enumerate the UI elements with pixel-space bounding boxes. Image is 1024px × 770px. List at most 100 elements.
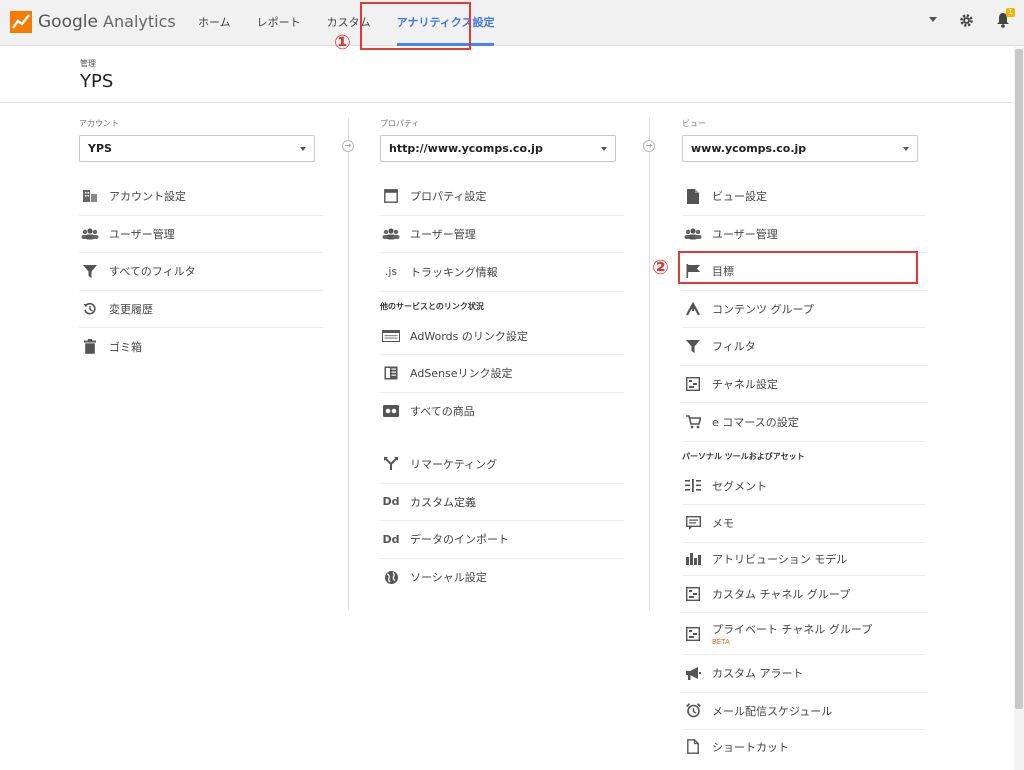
account-menu: アカウント設定 ユーザー管理 すべてのフィルタ 変更履歴 ゴミ箱 xyxy=(79,178,323,366)
analytics-logo-icon xyxy=(10,11,32,33)
menu-label: ユーザー管理 xyxy=(109,227,175,241)
property-column: プロパティ http://www.ycomps.co.jp プロパティ設定 ユー… xyxy=(380,104,624,596)
menu-private-channel-grouping[interactable]: プライベート チャネル グループ BETA xyxy=(682,613,926,655)
channel-icon xyxy=(684,585,702,603)
account-column: アカウント YPS アカウント設定 ユーザー管理 すべてのフィルタ 変更履歴 ゴ… xyxy=(79,104,323,366)
chevron-down-icon xyxy=(601,147,607,151)
account-dropdown-icon[interactable] xyxy=(929,17,937,23)
menu-all-filters[interactable]: すべてのフィルタ xyxy=(79,253,323,291)
nav-reports[interactable]: レポート xyxy=(257,0,301,46)
menu-adsense-linking[interactable]: AdSenseリンク設定 xyxy=(380,355,624,393)
chevron-down-icon xyxy=(300,147,306,151)
menu-remarketing[interactable]: リマーケティング xyxy=(380,446,624,484)
menu-channel-settings[interactable]: チャネル設定 xyxy=(682,366,926,403)
menu-label: トラッキング情報 xyxy=(410,265,498,279)
menu-custom-definitions[interactable]: Dd カスタム定義 xyxy=(380,484,624,521)
menu-data-import[interactable]: Dd データのインポート xyxy=(380,521,624,559)
menu-account-settings[interactable]: アカウント設定 xyxy=(79,178,323,216)
filter-icon xyxy=(81,262,99,280)
menu-label: カスタム アラート xyxy=(712,667,804,681)
menu-property-settings[interactable]: プロパティ設定 xyxy=(380,178,624,216)
top-bar: Google Analytics ホーム レポート カスタム アナリティクス設定… xyxy=(0,0,1024,46)
gear-icon[interactable] xyxy=(959,13,974,28)
menu-label: ゴミ箱 xyxy=(109,340,142,354)
menu-label: 変更履歴 xyxy=(109,302,153,316)
channel-icon xyxy=(684,375,702,393)
google-analytics-logo[interactable]: Google Analytics xyxy=(10,11,176,33)
menu-account-user-management[interactable]: ユーザー管理 xyxy=(79,216,323,253)
filter-icon xyxy=(684,337,702,355)
dd-icon: Dd xyxy=(382,532,400,546)
adwords-icon xyxy=(382,327,400,345)
menu-trash[interactable]: ゴミ箱 xyxy=(79,328,323,366)
users-icon xyxy=(382,225,400,243)
building-icon xyxy=(81,187,99,205)
menu-attribution-models[interactable]: アトリビューション モデル xyxy=(682,543,926,576)
window-icon xyxy=(382,187,400,205)
segments-icon xyxy=(684,477,702,495)
menu-label: ビュー設定 xyxy=(712,190,767,204)
view-column: ビュー www.ycomps.co.jp ビュー設定 ユーザー管理 目標 コンテ… xyxy=(682,104,926,763)
menu-segments[interactable]: セグメント xyxy=(682,468,926,505)
dd-icon: Dd xyxy=(382,495,400,509)
menu-label: チャネル設定 xyxy=(712,377,778,391)
menu-label: プロパティ設定 xyxy=(410,190,487,204)
users-icon xyxy=(684,225,702,243)
menu-all-products[interactable]: すべての商品 xyxy=(380,393,624,431)
menu-view-user-management[interactable]: ユーザー管理 xyxy=(682,216,926,253)
menu-adwords-linking[interactable]: AdWords のリンク設定 xyxy=(380,318,624,355)
menu-ecommerce-settings[interactable]: e コマースの設定 xyxy=(682,403,926,441)
account-title: YPS xyxy=(80,71,114,92)
property-label: プロパティ xyxy=(380,119,420,128)
menu-shortcuts[interactable]: ショートカット xyxy=(682,730,926,763)
arrow-circle-icon: → xyxy=(643,140,655,152)
menu-property-user-management[interactable]: ユーザー管理 xyxy=(380,216,624,253)
menu-label: ショートカット xyxy=(712,740,789,754)
logo-text: Google Analytics xyxy=(38,12,176,32)
menu-label: ユーザー管理 xyxy=(410,227,476,241)
menu-custom-channel-grouping[interactable]: カスタム チャネル グループ xyxy=(682,576,926,613)
menu-view-settings[interactable]: ビュー設定 xyxy=(682,178,926,216)
linked-services-heading: 他のサービスとのリンク状況 xyxy=(380,290,624,318)
menu-label: メモ xyxy=(712,517,734,531)
menu-label: すべてのフィルタ xyxy=(109,265,196,279)
megaphone-icon xyxy=(684,664,702,682)
nav-home[interactable]: ホーム xyxy=(198,0,231,46)
trash-icon xyxy=(81,338,99,356)
page-header: 管理 YPS xyxy=(0,47,1013,103)
property-select[interactable]: http://www.ycomps.co.jp xyxy=(380,135,616,162)
menu-label: カスタム定義 xyxy=(410,495,476,509)
document-icon xyxy=(684,187,702,205)
menu-view-filters[interactable]: フィルタ xyxy=(682,328,926,366)
menu-label: プライベート チャネル グループ xyxy=(712,623,873,636)
menu-annotations[interactable]: メモ xyxy=(682,505,926,543)
menu-change-history[interactable]: 変更履歴 xyxy=(79,291,323,328)
scrollbar[interactable] xyxy=(1014,47,1024,770)
menu-label: ユーザー管理 xyxy=(712,227,778,241)
menu-label: メール配信スケジュール xyxy=(712,704,833,718)
adsense-icon xyxy=(382,364,400,382)
cart-icon xyxy=(684,413,702,431)
menu-scheduled-emails[interactable]: メール配信スケジュール xyxy=(682,693,926,730)
scrollbar-thumb[interactable] xyxy=(1015,49,1023,709)
notification-bell-icon[interactable]: 1 xyxy=(996,8,1015,28)
property-select-value: http://www.ycomps.co.jp xyxy=(389,142,543,155)
callout-box-admin-tab xyxy=(360,2,471,50)
menu-custom-alerts[interactable]: カスタム アラート xyxy=(682,655,926,693)
account-select[interactable]: YPS xyxy=(79,135,315,162)
content-grouping-icon xyxy=(684,300,702,318)
view-select[interactable]: www.ycomps.co.jp xyxy=(682,135,918,162)
channel-icon xyxy=(684,625,702,643)
menu-label: セグメント xyxy=(712,479,767,493)
menu-tracking-info[interactable]: .js トラッキング情報 xyxy=(380,253,624,291)
menu-label: アカウント設定 xyxy=(109,190,186,204)
comment-icon xyxy=(684,514,702,532)
view-label: ビュー xyxy=(682,119,706,128)
all-products-icon xyxy=(382,402,400,420)
beta-badge: BETA xyxy=(712,638,730,646)
menu-social-settings[interactable]: ソーシャル設定 xyxy=(380,559,624,597)
bar-chart-icon xyxy=(684,550,702,568)
menu-content-grouping[interactable]: コンテンツ グループ xyxy=(682,291,926,328)
top-right-icons: 1 xyxy=(907,8,1015,28)
